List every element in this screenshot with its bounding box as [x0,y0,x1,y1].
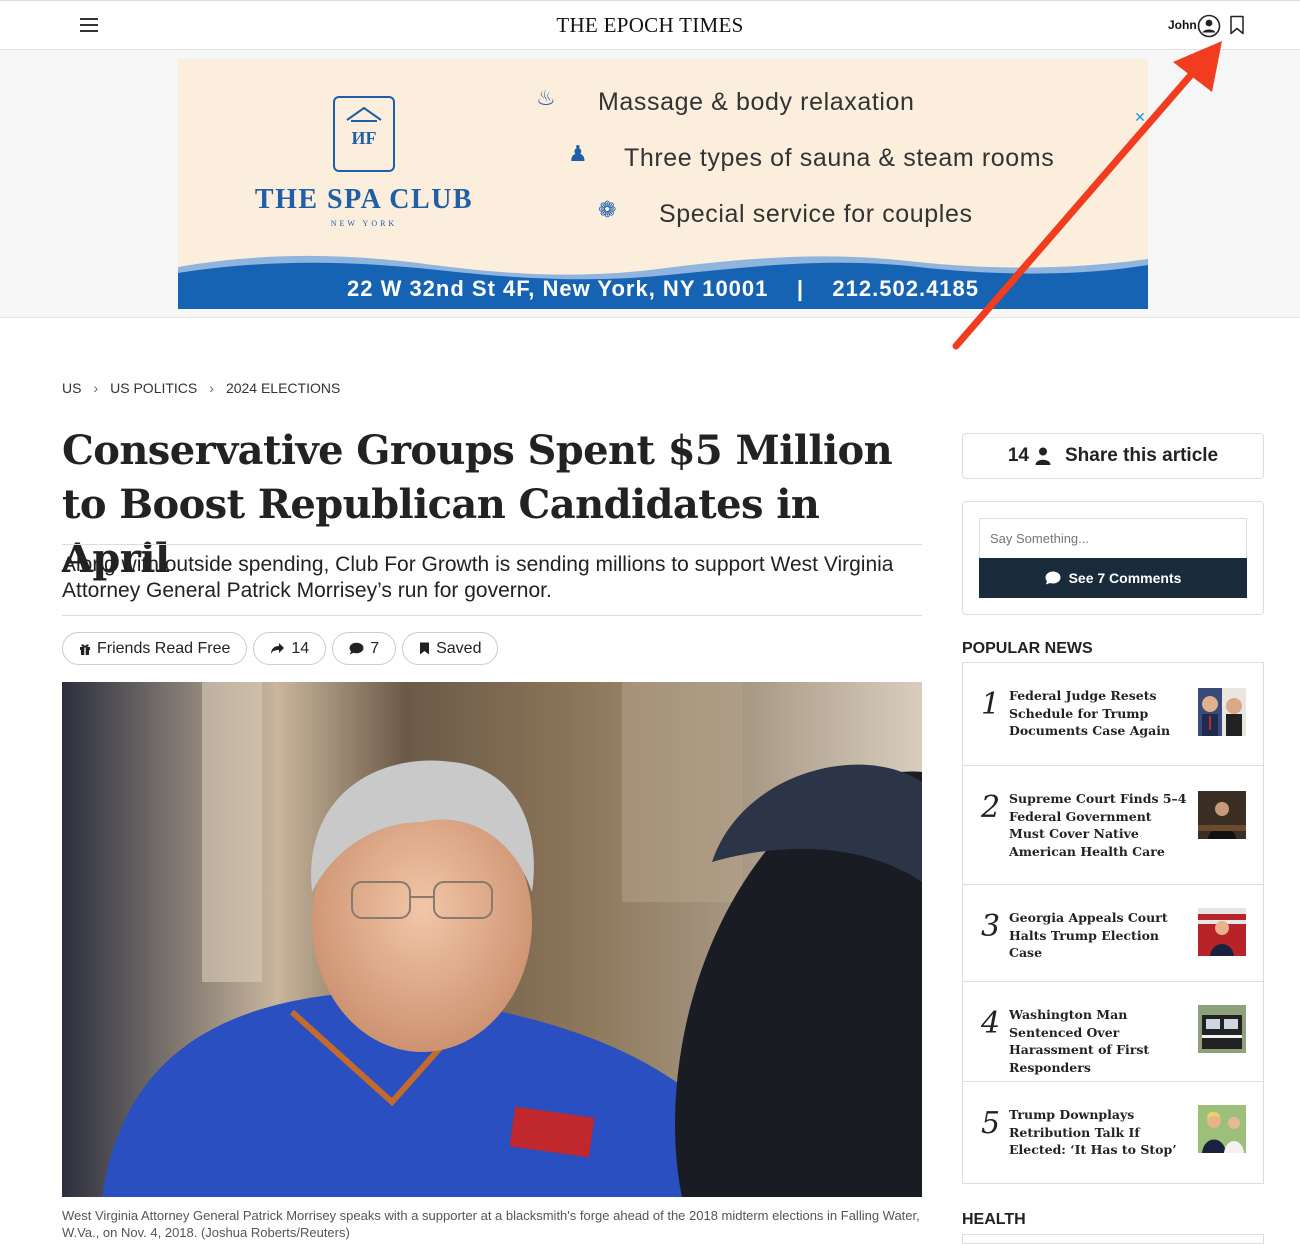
spa-club-ad[interactable]: ИF THE SPA CLUB NEW YORK ♨ Massage & bod… [178,59,1148,309]
chevron-right-icon: › [93,380,99,396]
gift-icon [80,643,90,655]
couples-icon: ❁ [598,197,617,222]
breadcrumb: US › US POLITICS › 2024 ELECTIONS [62,380,340,396]
popular-item-title: Georgia Appeals Court Halts Trump Electi… [1009,910,1168,960]
saved-label: Saved [436,639,482,657]
popular-item-title: Washington Man Sentenced Over Harassment… [1009,1007,1150,1075]
share-box-label: Share this article [1065,445,1219,466]
share-button[interactable]: 14 [253,632,327,665]
comment-bubble-icon [349,642,364,655]
ad-brand: THE SPA CLUB [254,184,474,215]
comment-input[interactable] [979,518,1247,558]
ad-line-2: Three types of sauna & steam rooms [624,144,1055,172]
breadcrumb-us[interactable]: US [62,380,81,396]
site-logo[interactable]: THE EPOCH TIMES [0,13,1300,38]
account-icon[interactable] [1197,14,1221,38]
ad-close-icon[interactable]: ✕ [1133,110,1147,124]
ad-brand-sub: NEW YORK [330,219,398,228]
popular-item-title: Trump Downplays Retribution Talk If Elec… [1009,1107,1177,1157]
ad-line-1: Massage & body relaxation [598,88,915,116]
popular-item[interactable]: 4 Washington Man Sentenced Over Harassme… [963,982,1263,1082]
article-subtitle: Along with outside spending, Club For Gr… [62,553,894,602]
see-comments-button[interactable]: See 7 Comments [979,558,1247,598]
ad-banner-area: ИF THE SPA CLUB NEW YORK ♨ Massage & bod… [0,50,1300,318]
massage-icon: ♨ [536,85,556,110]
popular-item-number: 3 [981,909,1001,944]
popular-item-title: Federal Judge Resets Schedule for Trump … [1009,688,1171,738]
health-heading: HEALTH [962,1211,1026,1228]
article-actions: Friends Read Free 14 7 Saved [62,632,499,665]
popular-news-list: 1 Federal Judge Resets Schedule for Trum… [962,662,1264,1184]
breadcrumb-us-politics[interactable]: US POLITICS [110,380,197,396]
popular-item-number: 5 [981,1106,1001,1141]
popular-item[interactable]: 1 Federal Judge Resets Schedule for Trum… [963,663,1263,766]
comment-widget: See 7 Comments [962,501,1264,615]
comment-count: 7 [370,639,380,657]
person-icon [1035,447,1051,465]
popular-item[interactable]: 5 Trump Downplays Retribution Talk If El… [963,1082,1263,1184]
share-article-button[interactable]: 14 Share this article [962,433,1264,479]
ad-address: 22 W 32nd St 4F, New York, NY 10001 | 21… [346,276,980,301]
popular-item-number: 4 [981,1006,1001,1041]
breadcrumb-2024-elections[interactable]: 2024 ELECTIONS [226,380,340,396]
popular-item-title: Supreme Court Finds 5–4 Federal Governme… [1009,791,1187,859]
image-caption: West Virginia Attorney General Patrick M… [62,1208,920,1240]
sauna-icon: ♟ [568,141,588,166]
friends-read-free-label: Friends Read Free [97,639,231,657]
bookmark-icon[interactable] [1229,15,1245,35]
popular-item-thumbnail [1198,688,1246,736]
see-comments-label: See 7 Comments [1068,570,1182,586]
share-count: 14 [291,639,310,657]
popular-item-thumbnail [1198,791,1246,839]
share-arrow-icon [271,643,285,654]
ad-line-3: Special service for couples [659,200,973,228]
comments-button[interactable]: 7 [332,632,397,665]
popular-news-heading: POPULAR NEWS [962,640,1093,657]
popular-item-number: 2 [981,790,1001,825]
divider [62,615,922,616]
photo-morrisey [62,682,922,1197]
share-box-count: 14 [1007,445,1029,466]
user-name[interactable]: John [1168,18,1197,32]
popular-item-thumbnail [1198,1005,1246,1053]
chevron-right-icon: › [209,380,214,396]
spa-logo-icon: ИF [333,96,395,172]
article-main-image[interactable] [62,682,922,1197]
popular-item-thumbnail [1198,908,1246,956]
site-header: THE EPOCH TIMES John [0,0,1300,50]
popular-item-number: 1 [981,687,1001,722]
friends-read-free-button[interactable]: Friends Read Free [62,632,248,665]
bookmark-filled-icon [420,642,430,655]
popular-item[interactable]: 3 Georgia Appeals Court Halts Trump Elec… [963,885,1263,982]
popular-item-thumbnail [1198,1105,1246,1153]
saved-button[interactable]: Saved [402,632,499,665]
chat-bubble-icon [1045,571,1061,585]
health-section-box [962,1234,1264,1244]
popular-item[interactable]: 2 Supreme Court Finds 5–4 Federal Govern… [963,766,1263,885]
divider [62,544,922,545]
